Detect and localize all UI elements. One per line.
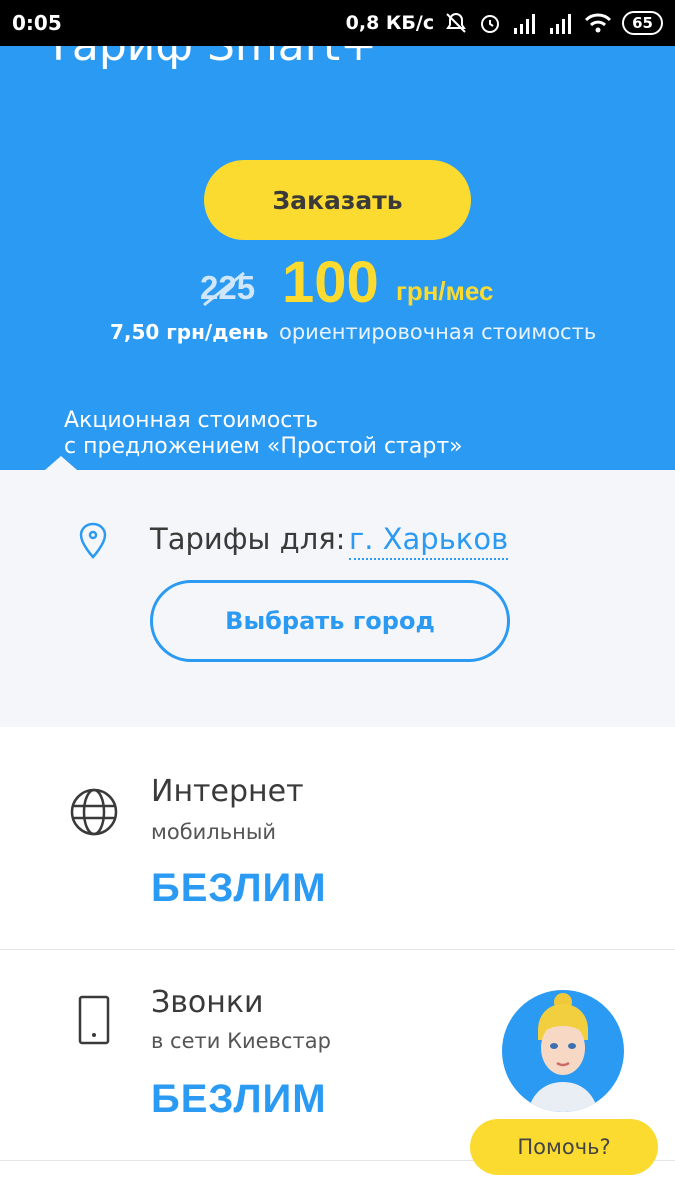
tariffs-for-label: Тарифы для:	[150, 522, 346, 556]
alarm-icon	[478, 11, 502, 35]
promo-text: Акционная стоимость с предложением «Прос…	[64, 408, 463, 460]
feature-subtitle: мобильный	[151, 820, 277, 844]
status-bar: 0:05 0,8 КБ/с 65	[0, 0, 675, 46]
tariff-title: Тариф Smart+	[45, 46, 377, 71]
price-unit: грн/мес	[396, 276, 494, 306]
signal-icon	[548, 12, 574, 34]
battery-indicator: 65	[622, 11, 663, 35]
current-city-link[interactable]: г. Харьков	[349, 522, 509, 560]
help-button[interactable]: Помочь?	[470, 1119, 658, 1175]
promo-line-1: Акционная стоимость	[64, 408, 319, 433]
feature-internet: Интернет мобильный БЕЗЛИМ	[0, 740, 675, 950]
notifications-off-icon	[444, 11, 468, 35]
assistant-avatar-icon	[528, 993, 598, 1112]
globe-icon	[68, 786, 120, 842]
feature-value: БЕЗЛИМ	[151, 1077, 327, 1121]
feature-title: Интернет	[151, 774, 304, 809]
feature-title: Звонки	[151, 985, 264, 1020]
tariff-hero: Тариф Smart+ Заказать 225 100 грн/мес 7,…	[0, 46, 675, 470]
strikethrough-icon	[203, 271, 245, 307]
location-pin-icon	[78, 522, 108, 564]
approx-cost-note: ориентировочная стоимость	[279, 320, 597, 344]
promo-pointer	[45, 456, 77, 470]
order-button[interactable]: Заказать	[204, 160, 471, 240]
choose-city-button[interactable]: Выбрать город	[150, 580, 510, 662]
signal-roaming-icon	[512, 12, 538, 34]
wifi-icon	[584, 12, 612, 34]
promo-line-2: с предложением «Простой старт»	[64, 434, 463, 459]
phone-icon	[78, 995, 110, 1049]
feature-value: БЕЗЛИМ	[151, 866, 327, 910]
new-price: 100	[282, 250, 379, 315]
city-section: Тарифы для: г. Харьков Выбрать город	[0, 456, 675, 727]
old-price: 225	[200, 269, 255, 307]
status-icons: 0,8 КБ/с 65	[346, 11, 663, 35]
assistant-avatar[interactable]	[502, 990, 624, 1112]
network-speed: 0,8 КБ/с	[345, 12, 435, 34]
price-per-day: 7,50 грн/день	[110, 320, 269, 344]
status-time: 0:05	[12, 11, 62, 35]
feature-subtitle: в сети Киевстар	[151, 1029, 331, 1053]
